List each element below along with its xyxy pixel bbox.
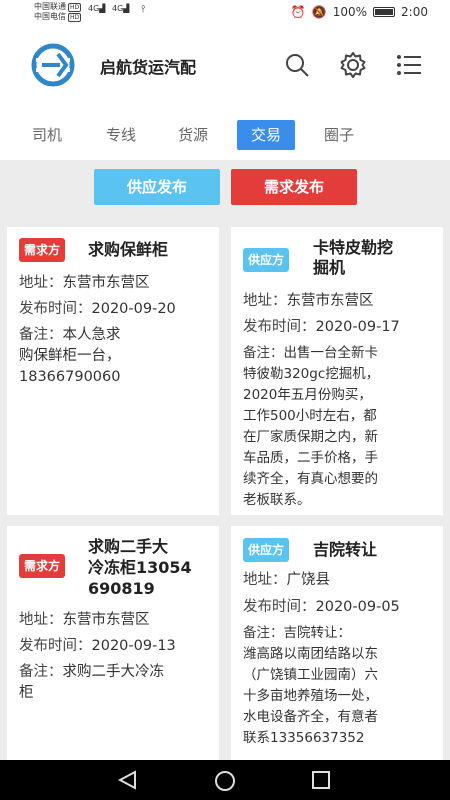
card-time: 发布时间：2020-09-17 — [243, 319, 400, 335]
card-time: 发布时间：2020-09-20 — [19, 301, 176, 317]
card-note: 备注：本人急求 购保鲜柜一台， 18366790060 — [19, 327, 121, 385]
tab-drivers[interactable]: 司机 — [18, 120, 76, 150]
demand-badge: 需求方 — [19, 554, 66, 578]
system-nav-bar — [0, 760, 450, 800]
card-address: 地址：东营市东营区 — [19, 612, 150, 628]
search-icon[interactable] — [284, 52, 310, 78]
tab-circle[interactable]: 圈子 — [310, 120, 368, 150]
app-header: 启航货运汽配 — [0, 26, 450, 104]
logo-icon — [31, 43, 75, 87]
tab-lines[interactable]: 专线 — [92, 120, 150, 150]
battery-icon — [373, 7, 396, 17]
card-address: 地址：东营市东营区 — [19, 275, 150, 291]
publish-actions: 供应发布 需求发布 — [0, 160, 450, 224]
card-title: 吉院转让 — [313, 540, 378, 559]
trade-card[interactable]: 需求方 求购二手大 冷冻柜13054 690819 地址：东营市东营区 发布时间… — [7, 526, 219, 760]
card-address: 地址：东营市东营区 — [243, 293, 374, 309]
status-bar: 中国联通 HD 中国电信 HD 4G▟ 4G▟ ⫯ ⏰ 🔕 100% 2:00 — [0, 0, 450, 26]
status-right: ⏰ 🔕 100% 2:00 — [291, 5, 428, 19]
supply-badge: 供应方 — [243, 538, 290, 562]
mute-icon: 🔕 — [311, 5, 327, 19]
tab-bar: 司机 专线 货源 交易 圈子 — [0, 104, 450, 160]
home-icon[interactable] — [214, 770, 236, 792]
trade-card[interactable]: 供应方 吉院转让 地址：广饶县 发布时间：2020-09-05 备注：吉院转让：… — [231, 526, 443, 760]
trade-list: 供应发布 需求发布 需求方 求购保鲜柜 地址：东营市东营区 发布时间：2020-… — [0, 160, 450, 760]
menu-list-icon[interactable] — [396, 52, 422, 78]
battery-percent: 100% — [332, 5, 368, 19]
hd-badge-1: HD — [68, 2, 82, 12]
carrier-2: 中国电信 — [34, 12, 66, 21]
card-title: 求购保鲜柜 — [88, 240, 169, 259]
supply-publish-button[interactable]: 供应发布 — [94, 169, 220, 205]
clock: 2:00 — [401, 5, 428, 19]
demand-publish-button[interactable]: 需求发布 — [231, 169, 357, 205]
card-title: 求购二手大 冷冻柜13054 690819 — [88, 537, 192, 598]
card-time: 发布时间：2020-09-13 — [19, 638, 176, 654]
card-note: 备注：吉院转让： 潍高路以南团结路以东 （广饶镇工业园南）六 十多亩地养殖场一处… — [243, 625, 378, 746]
supply-badge: 供应方 — [243, 248, 290, 272]
carrier-info: 中国联通 HD 中国电信 HD — [34, 2, 82, 22]
back-icon[interactable] — [117, 770, 139, 790]
signal-1: 4G▟ — [88, 4, 106, 13]
app-title: 启航货运汽配 — [100, 58, 197, 77]
carrier-1: 中国联通 — [34, 2, 66, 11]
tab-cargo[interactable]: 货源 — [164, 120, 222, 150]
card-note: 备注：求购二手大冷冻 柜 — [19, 664, 164, 701]
trade-card[interactable]: 供应方 卡特皮勒挖 掘机 地址：东营市东营区 发布时间：2020-09-17 备… — [231, 227, 443, 515]
demand-badge: 需求方 — [19, 238, 66, 262]
card-title: 卡特皮勒挖 掘机 — [313, 238, 394, 277]
alarm-icon: ⏰ — [290, 5, 306, 19]
hd-badge-2: HD — [68, 12, 82, 22]
trade-card[interactable]: 需求方 求购保鲜柜 地址：东营市东营区 发布时间：2020-09-20 备注：本… — [7, 227, 219, 515]
card-address: 地址：广饶县 — [243, 572, 330, 588]
usb-icon: ⫯ — [141, 4, 146, 15]
signal-2: 4G▟ — [112, 4, 130, 13]
card-note: 备注：出售一台全新卡 特彼勒320gc挖掘机， 2020年五月份购买， 工作50… — [243, 345, 380, 508]
card-time: 发布时间：2020-09-05 — [243, 599, 400, 615]
recents-icon[interactable] — [311, 770, 331, 790]
tab-trade[interactable]: 交易 — [237, 120, 295, 150]
gear-icon[interactable] — [339, 51, 367, 79]
